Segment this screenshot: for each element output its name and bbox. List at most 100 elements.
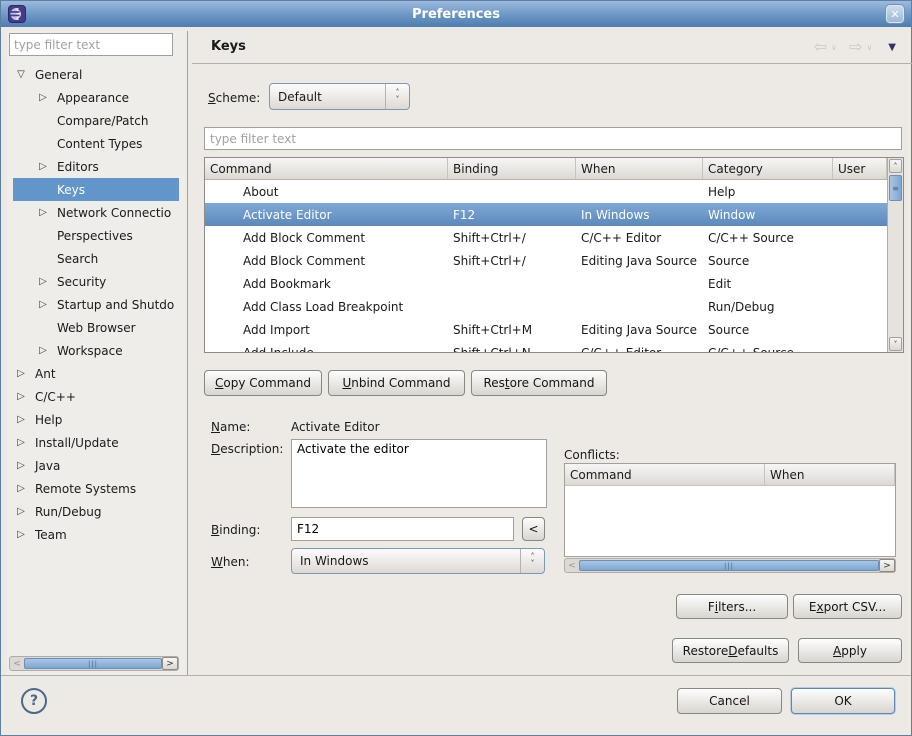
tree-item-workspace[interactable]: ▷ Workspace bbox=[13, 339, 179, 362]
table-row-add-block-comment[interactable]: Add Block CommentShift+Ctrl+/C/C++ Edito… bbox=[205, 226, 887, 249]
cell-command: Add Include bbox=[205, 346, 448, 353]
conflicts-horizontal-scrollbar[interactable]: < ||| > bbox=[564, 558, 896, 573]
binding-input[interactable] bbox=[291, 517, 514, 541]
expander-collapsed-icon[interactable]: ▷ bbox=[37, 207, 49, 218]
scroll-left-icon[interactable]: < bbox=[10, 657, 24, 670]
tree-item-editors[interactable]: ▷Editors bbox=[13, 155, 179, 178]
scroll-right-button[interactable]: > bbox=[879, 559, 895, 572]
tree-item-label: Workspace bbox=[57, 344, 123, 358]
table-row-add-import[interactable]: Add ImportShift+Ctrl+MEditing Java Sourc… bbox=[205, 318, 887, 341]
expander-collapsed-icon[interactable]: ▷ bbox=[15, 368, 27, 379]
preferences-dialog: Preferences ✕ ▽General ▷ Appearance Compare… bbox=[0, 0, 912, 736]
forward-dropdown-caret-icon[interactable]: ∨ bbox=[866, 43, 872, 52]
tree-item-install-update[interactable]: ▷Install/Update bbox=[13, 431, 179, 454]
column-header-when[interactable]: When bbox=[576, 158, 703, 179]
expander-collapsed-icon[interactable]: ▷ bbox=[15, 460, 27, 471]
scrollbar-thumb[interactable]: ||| bbox=[24, 658, 162, 669]
tree-item-ant[interactable]: ▷Ant bbox=[13, 362, 179, 385]
expander-collapsed-icon[interactable]: ▷ bbox=[37, 161, 49, 172]
tree-item-label: Keys bbox=[57, 183, 85, 197]
command-filter-input[interactable] bbox=[204, 127, 902, 150]
tree-item-network-connectio[interactable]: ▷Network Connectio bbox=[13, 201, 179, 224]
table-row-add-class-load-breakpoint[interactable]: Add Class Load BreakpointRun/Debug bbox=[205, 295, 887, 318]
tree-item-security[interactable]: ▷Security bbox=[13, 270, 179, 293]
column-header-user[interactable]: User bbox=[833, 158, 887, 179]
table-row-add-bookmark[interactable]: Add BookmarkEdit bbox=[205, 272, 887, 295]
unbind-command-button[interactable]: Unbind Command bbox=[328, 370, 465, 396]
table-row-activate-editor[interactable]: Activate EditorF12In WindowsWindow bbox=[205, 203, 887, 226]
scrollbar-thumb[interactable]: ≡ bbox=[889, 175, 902, 201]
tree-item-help[interactable]: ▷Help bbox=[13, 408, 179, 431]
cell-command: Add Import bbox=[205, 323, 448, 337]
ok-button[interactable]: OK bbox=[791, 688, 895, 714]
restore-defaults-button[interactable]: Restore Defaults bbox=[672, 638, 789, 663]
tree-item-appearance[interactable]: ▷ Appearance bbox=[13, 86, 179, 109]
window-title: Preferences bbox=[1, 7, 911, 22]
tree-item-startup-and-shutdo[interactable]: ▷Startup and Shutdo bbox=[13, 293, 179, 316]
conflicts-column-header-when[interactable]: When bbox=[765, 464, 895, 485]
tree-item-content-types[interactable]: Content Types bbox=[13, 132, 179, 155]
table-row-add-include[interactable]: Add IncludeShift+Ctrl+NC/C++ EditorC/C++… bbox=[205, 341, 887, 352]
expander-collapsed-icon[interactable]: ▷ bbox=[15, 391, 27, 402]
tree-item-java[interactable]: ▷Java bbox=[13, 454, 179, 477]
scroll-up-icon[interactable]: ˄ bbox=[889, 159, 902, 173]
tree-item-label: Appearance bbox=[57, 91, 129, 105]
bindings-table-vertical-scrollbar[interactable]: ˄ ≡ ˅ bbox=[887, 158, 903, 352]
tree-item-perspectives[interactable]: Perspectives bbox=[13, 224, 179, 247]
tree-item-keys[interactable]: Keys bbox=[13, 178, 179, 201]
cancel-button[interactable]: Cancel bbox=[677, 688, 782, 714]
tree-item-remote-systems[interactable]: ▷Remote Systems bbox=[13, 477, 179, 500]
expander-collapsed-icon[interactable]: ▷ bbox=[37, 299, 49, 310]
tree-item-general[interactable]: ▽General bbox=[13, 63, 179, 86]
expander-collapsed-icon[interactable]: ▷ bbox=[15, 414, 27, 425]
dialog-footer: ? Cancel OK bbox=[1, 675, 911, 735]
cell-binding: Shift+Ctrl+N bbox=[448, 346, 576, 353]
help-icon: ? bbox=[30, 693, 38, 709]
expander-collapsed-icon[interactable]: ▷ bbox=[15, 506, 27, 517]
description-textarea[interactable]: Activate the editor bbox=[291, 439, 547, 508]
when-combo[interactable]: In Windows ˄˅ bbox=[291, 548, 545, 574]
back-dropdown-caret-icon[interactable]: ∨ bbox=[831, 43, 837, 52]
view-menu-icon[interactable]: ▼ bbox=[888, 42, 896, 53]
sidebar-horizontal-scrollbar[interactable]: < ||| > bbox=[9, 656, 179, 671]
table-row-about[interactable]: AboutHelp bbox=[205, 180, 887, 203]
expander-collapsed-icon[interactable]: ▷ bbox=[15, 529, 27, 540]
filters-button[interactable]: Filters... bbox=[676, 594, 788, 619]
copy-command-button[interactable]: Copy Command bbox=[204, 370, 322, 396]
content-area: Keys ⇦ ∨ ⇨ ∨ ▼ Scheme: Default ˄˅ Comman… bbox=[192, 31, 912, 677]
scroll-down-icon[interactable]: ˅ bbox=[889, 337, 902, 351]
restore-command-button[interactable]: Restore Command bbox=[471, 370, 607, 396]
titlebar[interactable]: Preferences ✕ bbox=[1, 1, 911, 27]
forward-arrow-icon[interactable]: ⇨ bbox=[849, 38, 862, 56]
table-row-add-block-comment[interactable]: Add Block CommentShift+Ctrl+/Editing Jav… bbox=[205, 249, 887, 272]
expander-collapsed-icon[interactable]: ▷ bbox=[37, 92, 49, 103]
scheme-combo[interactable]: Default ˄˅ bbox=[269, 83, 410, 110]
page-header: Keys ⇦ ∨ ⇨ ∨ ▼ bbox=[192, 31, 912, 64]
tree-item-c-c[interactable]: ▷C/C++ bbox=[13, 385, 179, 408]
tree-item-web-browser[interactable]: Web Browser bbox=[13, 316, 179, 339]
conflicts-column-header-command[interactable]: Command bbox=[565, 464, 765, 485]
expander-collapsed-icon[interactable]: ▷ bbox=[37, 276, 49, 287]
expander-collapsed-icon[interactable]: ▷ bbox=[15, 437, 27, 448]
column-header-binding[interactable]: Binding bbox=[448, 158, 576, 179]
expander-expanded-icon[interactable]: ▽ bbox=[15, 69, 27, 80]
cell-command: Add Bookmark bbox=[205, 277, 448, 291]
column-header-category[interactable]: Category bbox=[703, 158, 833, 179]
tree-item-compare-patch[interactable]: Compare/Patch bbox=[13, 109, 179, 132]
scroll-left-icon[interactable]: < bbox=[565, 559, 579, 572]
scrollbar-thumb[interactable]: ||| bbox=[579, 560, 879, 571]
export-csv-button[interactable]: Export CSV... bbox=[793, 594, 902, 619]
expander-collapsed-icon[interactable]: ▷ bbox=[37, 345, 49, 356]
binding-back-button[interactable]: < bbox=[522, 517, 545, 541]
scroll-right-button[interactable]: > bbox=[162, 657, 178, 670]
tree-item-team[interactable]: ▷Team bbox=[13, 523, 179, 546]
back-arrow-icon[interactable]: ⇦ bbox=[814, 38, 827, 56]
tree-item-run-debug[interactable]: ▷Run/Debug bbox=[13, 500, 179, 523]
close-button[interactable]: ✕ bbox=[885, 4, 905, 24]
column-header-command[interactable]: Command bbox=[205, 158, 448, 179]
sidebar-filter-input[interactable] bbox=[9, 33, 173, 56]
expander-collapsed-icon[interactable]: ▷ bbox=[15, 483, 27, 494]
tree-item-search[interactable]: Search bbox=[13, 247, 179, 270]
apply-button[interactable]: Apply bbox=[798, 638, 902, 663]
help-button[interactable]: ? bbox=[21, 688, 47, 714]
